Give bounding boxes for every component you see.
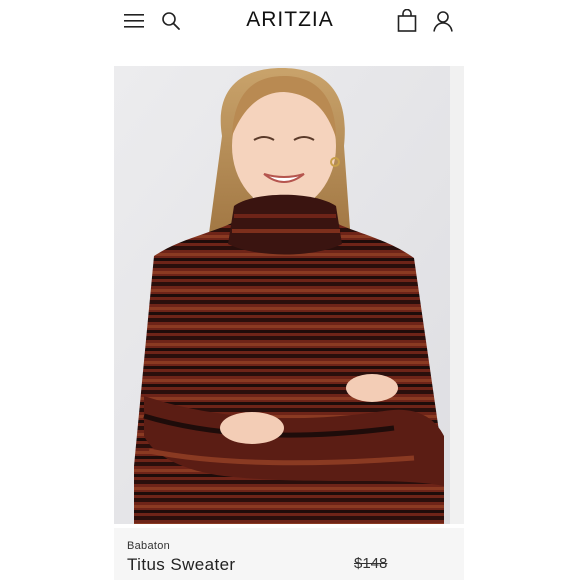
product-name[interactable]: Titus Sweater <box>127 555 236 575</box>
brand-logo[interactable]: ARITZIA <box>0 8 580 32</box>
next-image-preview[interactable] <box>450 66 464 524</box>
product-price: $148 <box>354 555 388 572</box>
account-button[interactable] <box>429 7 457 35</box>
product-image[interactable] <box>114 66 450 524</box>
product-brand: Babaton <box>127 540 171 552</box>
shopping-bag-icon <box>397 9 417 32</box>
site-header: ARITZIA <box>0 0 580 44</box>
account-icon <box>433 11 453 32</box>
product-info-card[interactable]: Babaton Titus Sweater $148 <box>114 528 464 580</box>
model-in-striped-turtleneck-sweater <box>114 66 450 524</box>
shopping-bag-button[interactable] <box>393 7 421 35</box>
